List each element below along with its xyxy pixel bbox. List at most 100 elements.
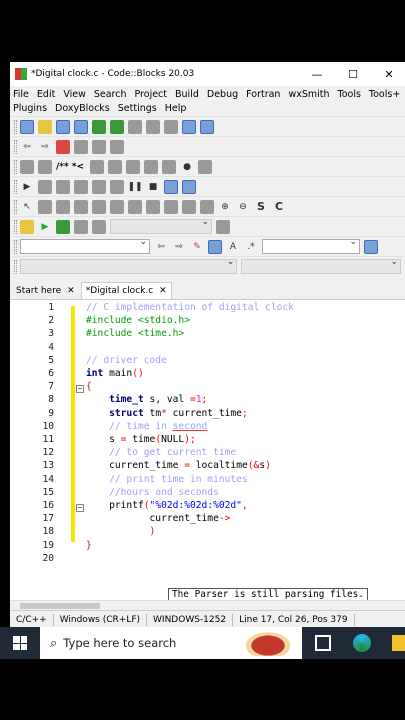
- menu-item-fortran[interactable]: Fortran: [246, 89, 280, 100]
- widget-4-icon[interactable]: [92, 199, 106, 214]
- save-icon[interactable]: [56, 119, 70, 134]
- pointer-icon[interactable]: ↖: [20, 200, 34, 214]
- menu-item-plugins[interactable]: Plugins: [13, 103, 47, 114]
- menu-item-build[interactable]: Build: [175, 89, 199, 100]
- highlight-icon[interactable]: ✎: [190, 240, 204, 254]
- run-to-cursor-icon[interactable]: [38, 179, 52, 194]
- menu-item-doxyblocks[interactable]: DoxyBlocks: [55, 103, 110, 114]
- tab-start-here[interactable]: Start here ✕: [12, 282, 79, 299]
- paste-icon[interactable]: [164, 119, 178, 134]
- zoom-in-icon[interactable]: ⊕: [218, 200, 232, 214]
- title-bar[interactable]: *Digital clock.c - Code::Blocks 20.03 — …: [10, 62, 405, 86]
- forward-icon[interactable]: ⇨: [38, 140, 52, 154]
- build-icon[interactable]: [20, 219, 34, 234]
- s-icon[interactable]: S: [254, 200, 268, 214]
- close-tab-icon[interactable]: ✕: [159, 286, 167, 296]
- find-icon[interactable]: [182, 119, 196, 134]
- find-decl-icon[interactable]: [208, 239, 222, 254]
- jump-forward-icon[interactable]: [198, 159, 213, 174]
- run-chm-icon[interactable]: [126, 159, 141, 174]
- show-target-icon[interactable]: [216, 219, 230, 234]
- fold-minus-icon[interactable]: −: [76, 504, 84, 512]
- config-icon[interactable]: [144, 159, 159, 174]
- jump-back-arrow-icon[interactable]: ⇦: [154, 240, 168, 254]
- widget-6-icon[interactable]: [128, 199, 142, 214]
- save-all-icon[interactable]: [74, 119, 88, 134]
- minimize-button[interactable]: —: [304, 62, 330, 86]
- widget-1-icon[interactable]: [38, 199, 52, 214]
- clear-bookmarks-icon[interactable]: [110, 139, 124, 154]
- jump-back-icon[interactable]: [162, 159, 177, 174]
- copy-icon[interactable]: [146, 119, 160, 134]
- dot-icon[interactable]: ●: [180, 160, 194, 174]
- menu-item-tools-[interactable]: Tools+: [369, 89, 400, 100]
- menu-item-wxsmith[interactable]: wxSmith: [288, 89, 329, 100]
- search-text-select[interactable]: [262, 237, 360, 254]
- menu-item-tools[interactable]: Tools: [338, 89, 361, 100]
- code-editor[interactable]: 1 2 3 4 5 6 7 8 9 10 11 12 13 14 15 16 17 18 19 20 // C imp…: [10, 300, 405, 602]
- zoom-out-icon[interactable]: ⊖: [236, 200, 250, 214]
- prev-bookmark-icon[interactable]: [74, 139, 88, 154]
- menu-item-project[interactable]: Project: [135, 89, 168, 100]
- function-dropdown[interactable]: [241, 257, 401, 274]
- next-instruction-icon[interactable]: [110, 179, 124, 194]
- run-icon[interactable]: ▶: [38, 220, 52, 234]
- widget-5-icon[interactable]: [110, 199, 124, 214]
- stop-icon[interactable]: ■: [146, 180, 160, 194]
- new-file-icon[interactable]: [20, 119, 34, 134]
- bookmark-icon[interactable]: [56, 139, 70, 154]
- debug-run-icon[interactable]: ▶: [20, 180, 34, 194]
- block-comment-button[interactable]: /** *<: [56, 162, 84, 172]
- horizontal-scrollbar[interactable]: [10, 600, 405, 610]
- rebuild-icon[interactable]: [74, 219, 88, 234]
- menu-item-file[interactable]: File: [13, 89, 29, 100]
- menu-item-debug[interactable]: Debug: [207, 89, 238, 100]
- cut-icon[interactable]: [128, 119, 142, 134]
- text-search-icon[interactable]: A: [226, 240, 240, 254]
- search-go-icon[interactable]: [364, 239, 378, 254]
- step-into-icon[interactable]: [74, 179, 88, 194]
- taskbar-search-box[interactable]: ⌕ Type here to search: [40, 627, 302, 659]
- step-out-icon[interactable]: [92, 179, 106, 194]
- widget-10-icon[interactable]: [200, 199, 214, 214]
- widget-2-icon[interactable]: [56, 199, 70, 214]
- task-view-icon[interactable]: [315, 635, 331, 651]
- extract-icon[interactable]: [38, 159, 52, 174]
- menu-item-settings[interactable]: Settings: [118, 103, 157, 114]
- build-target-select[interactable]: [110, 217, 212, 234]
- open-folder-icon[interactable]: [38, 119, 52, 134]
- doxywizard-icon[interactable]: [20, 159, 34, 174]
- replace-icon[interactable]: [200, 119, 214, 134]
- undo-icon[interactable]: [92, 119, 106, 134]
- menu-item-view[interactable]: View: [63, 89, 86, 100]
- various-info-icon[interactable]: [182, 179, 196, 194]
- widget-3-icon[interactable]: [74, 199, 88, 214]
- scope-dropdown[interactable]: [20, 257, 238, 274]
- close-tab-icon[interactable]: ✕: [67, 286, 75, 296]
- regex-icon[interactable]: .*: [244, 240, 258, 254]
- run-html-icon[interactable]: [108, 159, 123, 174]
- widget-7-icon[interactable]: [146, 199, 160, 214]
- c-icon[interactable]: C: [272, 200, 286, 214]
- fold-minus-icon[interactable]: −: [76, 385, 84, 393]
- scrollbar-thumb[interactable]: [20, 603, 100, 609]
- menu-item-edit[interactable]: Edit: [37, 89, 55, 100]
- pause-icon[interactable]: ❚❚: [127, 180, 142, 194]
- line-comment-icon[interactable]: [90, 159, 105, 174]
- maximize-button[interactable]: ☐: [340, 62, 366, 86]
- tab-digital-clock[interactable]: *Digital clock.c ✕: [80, 282, 172, 299]
- abort-icon[interactable]: [92, 219, 106, 234]
- edge-browser-icon[interactable]: [353, 634, 371, 652]
- menu-item-search[interactable]: Search: [94, 89, 127, 100]
- widget-8-icon[interactable]: [164, 199, 178, 214]
- file-explorer-icon[interactable]: [392, 635, 405, 651]
- build-and-run-icon[interactable]: [56, 219, 70, 234]
- windows-start-icon[interactable]: [13, 636, 27, 650]
- back-icon[interactable]: ⇦: [20, 140, 34, 154]
- next-line-icon[interactable]: [56, 179, 70, 194]
- redo-icon[interactable]: [110, 119, 124, 134]
- menu-item-help[interactable]: Help: [165, 103, 187, 114]
- debug-windows-icon[interactable]: [164, 179, 178, 194]
- widget-9-icon[interactable]: [182, 199, 196, 214]
- jump-forward-arrow-icon[interactable]: ⇨: [172, 240, 186, 254]
